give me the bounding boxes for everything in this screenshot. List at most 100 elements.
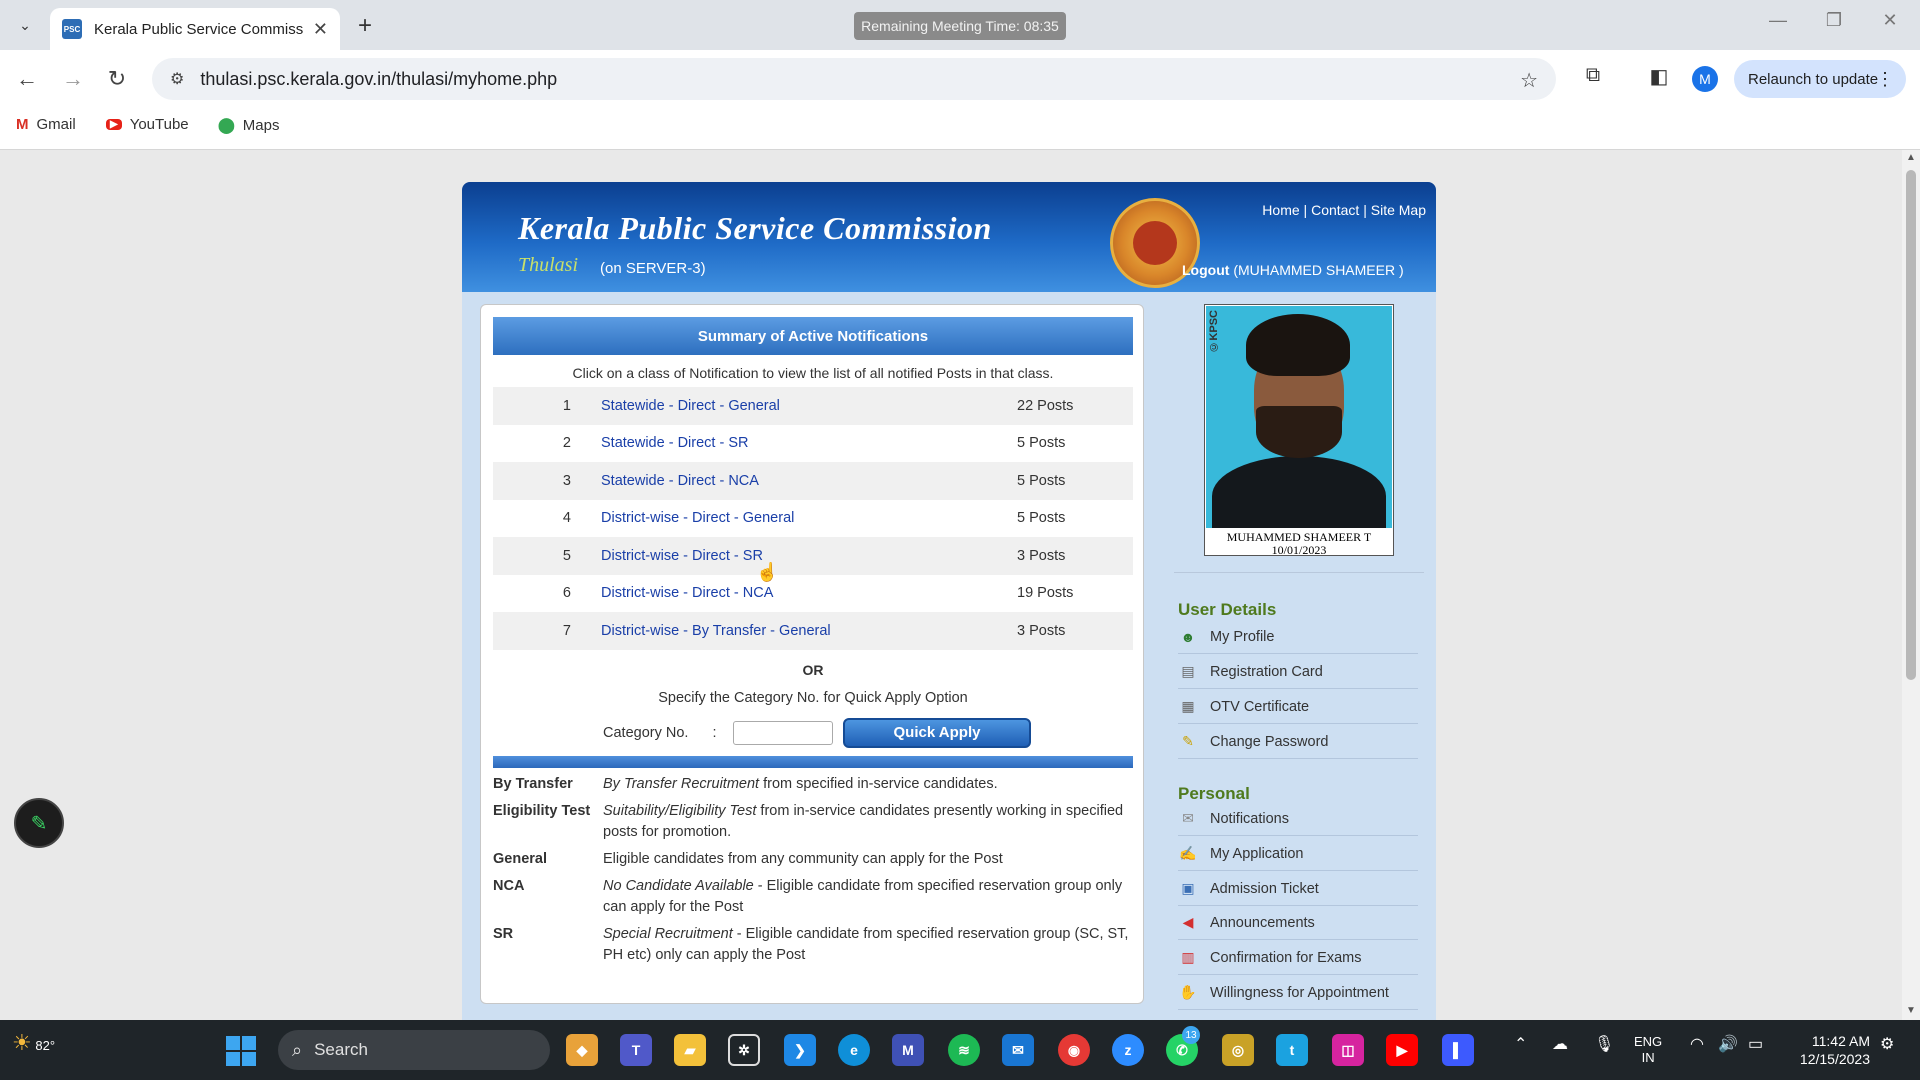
microphone-icon[interactable]: 🎙 <box>1594 1034 1614 1054</box>
bookmark-label: YouTube <box>129 116 189 133</box>
tab-search-icon[interactable]: ⌄ <box>10 12 40 38</box>
taskbar-search[interactable]: ⌕ Search <box>278 1030 550 1070</box>
tumblr-app-icon[interactable]: t <box>1276 1034 1308 1066</box>
weather-widget[interactable]: ☀ 82° <box>12 1030 55 1056</box>
volume-icon[interactable]: 🔊 <box>1718 1034 1738 1054</box>
vscode-app-icon[interactable]: ❯ <box>784 1034 816 1066</box>
bookmark-gmail[interactable]: M Gmail <box>16 116 76 133</box>
menu-dots-icon[interactable]: ⋮ <box>1876 69 1894 90</box>
definition-rest: from specified in-service candidates. <box>759 775 998 792</box>
wifi-icon[interactable]: ◠ <box>1690 1034 1704 1054</box>
chrome-browser-icon[interactable]: ◉ <box>1058 1034 1090 1066</box>
sidebar-item-my-profile[interactable]: ☻ My Profile <box>1178 620 1418 654</box>
post-count: 5 Posts <box>1017 435 1066 452</box>
profile-photo: ©KPSC <box>1206 306 1392 528</box>
notification-class-link[interactable]: District-wise - Direct - SR <box>601 548 1017 564</box>
language-indicator[interactable]: ENG IN <box>1634 1034 1662 1066</box>
notification-class-link[interactable]: Statewide - Direct - General <box>601 398 1017 414</box>
battery-icon[interactable]: ▭ <box>1748 1034 1763 1054</box>
notes-app-icon[interactable]: ▌ <box>1442 1034 1474 1066</box>
scroll-thumb[interactable] <box>1906 170 1916 680</box>
browser-tab-bar: ⌄ PSC Kerala Public Service Commissio ✕ … <box>0 0 1920 50</box>
notification-class-link[interactable]: Statewide - Direct - NCA <box>601 473 1017 489</box>
notification-center-icon[interactable]: ⚙ <box>1880 1034 1894 1054</box>
tab-close-icon[interactable]: ✕ <box>313 19 328 40</box>
tray-overflow-icon[interactable]: ⌃ <box>1514 1034 1527 1054</box>
sidebar-item-announcements[interactable]: ◀ Announcements <box>1178 906 1418 940</box>
sidebar-item-notifications[interactable]: ✉ Notifications <box>1178 802 1418 836</box>
browser-toolbar: ← → ↻ ⚙ thulasi.psc.kerala.gov.in/thulas… <box>0 50 1920 108</box>
window-close-icon[interactable]: ✕ <box>1870 10 1910 31</box>
sidebar-item-admission-ticket[interactable]: ▣ Admission Ticket <box>1178 872 1418 906</box>
copilot-app-icon[interactable]: ◆ <box>566 1034 598 1066</box>
notification-row: 7 District-wise - By Transfer - General … <box>493 612 1133 650</box>
pen-edit-icon[interactable]: ✎ <box>14 798 64 848</box>
back-icon[interactable]: ← <box>12 64 42 94</box>
notification-class-link[interactable]: District-wise - By Transfer - General <box>601 623 1017 639</box>
sidebar-item-change-password[interactable]: ✎ Change Password <box>1178 725 1418 759</box>
site-info-icon[interactable]: ⚙ <box>170 69 184 89</box>
sidebar-item-confirmation-exams[interactable]: ▥ Confirmation for Exams <box>1178 941 1418 975</box>
profile-avatar[interactable]: M <box>1692 66 1718 92</box>
page-scrollbar[interactable]: ▲ ▼ <box>1902 150 1920 1020</box>
search-icon: ⌕ <box>292 1039 303 1060</box>
notification-row: 2 Statewide - Direct - SR 5 Posts <box>493 425 1133 463</box>
clock-date: 12/15/2023 <box>1799 1051 1870 1067</box>
definition-desc: Suitability/Eligibility Test from in-ser… <box>603 801 1133 843</box>
lang-line1: ENG <box>1634 1034 1663 1049</box>
system-clock[interactable]: 11:42 AM 12/15/2023 <box>1784 1032 1870 1068</box>
contact-link[interactable]: Contact <box>1311 202 1359 218</box>
address-bar[interactable]: ⚙ thulasi.psc.kerala.gov.in/thulasi/myho… <box>152 58 1556 100</box>
site-banner: Kerala Public Service Commission Thulasi… <box>462 182 1436 292</box>
notification-class-link[interactable]: District-wise - Direct - NCA <box>601 585 1017 601</box>
teams-app-icon[interactable]: T <box>620 1034 652 1066</box>
card-icon: ▤ <box>1181 663 1195 679</box>
url-text[interactable]: thulasi.psc.kerala.gov.in/thulasi/myhome… <box>200 69 557 90</box>
scroll-down-icon[interactable]: ▼ <box>1906 1005 1916 1016</box>
post-count: 3 Posts <box>1017 547 1066 564</box>
bookmark-star-icon[interactable]: ☆ <box>1520 68 1538 93</box>
category-number-input[interactable] <box>733 720 833 745</box>
edge-browser-icon[interactable]: e <box>838 1034 870 1066</box>
notification-class-link[interactable]: Statewide - Direct - SR <box>601 435 1017 451</box>
browser-tab-active[interactable]: PSC Kerala Public Service Commissio ✕ <box>50 8 340 50</box>
spotify-app-icon[interactable]: ≋ <box>948 1034 980 1066</box>
weather-sun-icon: ☀ <box>12 1030 32 1055</box>
restore-icon[interactable]: ❐ <box>1814 10 1854 31</box>
scroll-up-icon[interactable]: ▲ <box>1906 152 1916 163</box>
relaunch-button[interactable]: Relaunch to update ⋮ <box>1734 60 1906 98</box>
instagram-app-icon[interactable]: ◫ <box>1332 1034 1364 1066</box>
definition-italic: Special Recruitment <box>603 925 733 942</box>
photo-date: 10/01/2023 <box>1271 543 1327 557</box>
minimize-icon[interactable]: — <box>1758 10 1798 31</box>
home-link[interactable]: Home <box>1262 202 1299 218</box>
sidebar-item-my-application[interactable]: ✍ My Application <box>1178 837 1418 871</box>
windows-start-icon[interactable] <box>226 1036 256 1066</box>
post-count: 5 Posts <box>1017 510 1066 527</box>
chatgpt-app-icon[interactable]: ✲ <box>728 1034 760 1066</box>
quick-apply-button[interactable]: Quick Apply <box>843 717 1031 748</box>
math-app-icon[interactable]: M <box>892 1034 924 1066</box>
sidebar-item-willingness-appointment[interactable]: ✋ Willingness for Appointment <box>1178 976 1418 1010</box>
sidebar-item-otv-certificate[interactable]: ▦ OTV Certificate <box>1178 690 1418 724</box>
mail-app-icon[interactable]: ✉ <box>1002 1034 1034 1066</box>
sidebar-item-label: My Application <box>1210 845 1304 862</box>
bookmark-maps[interactable]: ⬤ Maps <box>218 116 279 135</box>
notification-class-link[interactable]: District-wise - Direct - General <box>601 510 1017 526</box>
sitemap-link[interactable]: Site Map <box>1371 202 1426 218</box>
new-tab-icon[interactable]: + <box>350 11 380 41</box>
zoom-app-icon[interactable]: z <box>1112 1034 1144 1066</box>
extensions-icon[interactable]: ⧉ <box>1578 64 1608 87</box>
bookmark-youtube[interactable]: ▶ YouTube <box>106 116 189 133</box>
forward-icon[interactable]: → <box>58 64 88 94</box>
file-explorer-icon[interactable]: ▰ <box>674 1034 706 1066</box>
side-panel-icon[interactable]: ◧ <box>1644 64 1674 89</box>
onedrive-icon[interactable]: ☁ <box>1552 1034 1568 1054</box>
sidebar-item-registration-card[interactable]: ▤ Registration Card <box>1178 655 1418 689</box>
top-links: Home | Contact | Site Map <box>1262 202 1426 218</box>
logout-link[interactable]: Logout <box>1182 262 1229 278</box>
reload-icon[interactable]: ↻ <box>102 64 132 94</box>
app-icon[interactable]: ◎ <box>1222 1034 1254 1066</box>
whatsapp-badge: 13 <box>1182 1026 1200 1044</box>
youtube-app-icon[interactable]: ▶ <box>1386 1034 1418 1066</box>
